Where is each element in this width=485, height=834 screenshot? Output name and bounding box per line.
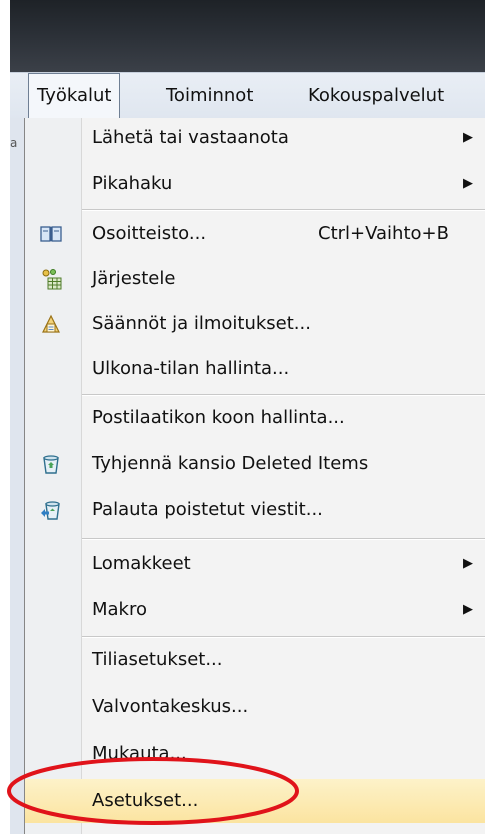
- menu-item-label: Lomakkeet: [92, 553, 191, 574]
- submenu-arrow-icon: ▶: [463, 602, 473, 617]
- recover-deleted-icon: [41, 501, 60, 520]
- organize-icon: [42, 269, 62, 290]
- menu-item-label: Palauta poistetut viestit...: [92, 499, 323, 520]
- menu-item-label: Mukauta...: [92, 743, 187, 764]
- menu-item-customize[interactable]: Mukauta...: [25, 734, 485, 774]
- menu-separator-highlight: [82, 395, 485, 396]
- rules-icon: [42, 314, 60, 333]
- window-title-bar: [10, 0, 485, 72]
- menu-item-label: Järjestele: [92, 268, 176, 289]
- menu-item-label: Lähetä tai vastaanota: [92, 127, 289, 148]
- menu-item-options[interactable]: Asetukset...: [25, 779, 485, 823]
- menu-item-label: Tiliasetukset...: [92, 649, 223, 670]
- menu-item-mailbox-cleanup[interactable]: Postilaatikon koon hallinta...: [25, 398, 485, 438]
- menu-separator-highlight: [82, 637, 485, 638]
- menu-item-macro[interactable]: Makro ▶: [25, 590, 485, 630]
- submenu-arrow-icon: ▶: [463, 176, 473, 191]
- menu-item-recover-deleted[interactable]: Palauta poistetut viestit...: [25, 490, 485, 530]
- menu-separator-highlight: [82, 210, 485, 211]
- menu-item-label: Tyhjennä kansio Deleted Items: [92, 453, 369, 474]
- menu-tyokalut[interactable]: Työkalut: [28, 73, 121, 120]
- tools-dropdown-menu: Lähetä tai vastaanota ▶ Pikahaku ▶ Osoit…: [24, 118, 485, 834]
- menu-item-label: Pikahaku: [92, 173, 173, 194]
- menu-item-label: Osoitteisto...: [92, 223, 207, 244]
- background-window-edge: a: [10, 118, 25, 834]
- menu-item-trust-center[interactable]: Valvontakeskus...: [25, 687, 485, 727]
- menu-item-rules-alerts[interactable]: Säännöt ja ilmoitukset...: [25, 304, 485, 344]
- menu-bar: Työkalut Toiminnot Kokouspalvelut: [10, 72, 485, 120]
- menu-item-out-of-office[interactable]: Ulkona-tilan hallinta...: [25, 349, 485, 389]
- menu-item-label: Valvontakeskus...: [92, 696, 249, 717]
- menu-separator-highlight: [82, 539, 485, 540]
- menu-item-label: Postilaatikon koon hallinta...: [92, 407, 345, 428]
- keyboard-shortcut: Ctrl+Vaihto+B: [318, 223, 449, 244]
- menu-item-label: Ulkona-tilan hallinta...: [92, 358, 290, 379]
- menu-item-account-settings[interactable]: Tiliasetukset...: [25, 640, 485, 680]
- menu-kokouspalvelut[interactable]: Kokouspalvelut: [300, 73, 452, 119]
- menu-item-organize[interactable]: Järjestele: [25, 259, 485, 299]
- menu-item-instant-search[interactable]: Pikahaku ▶: [25, 164, 485, 204]
- address-book-icon: [40, 226, 62, 242]
- menu-item-empty-deleted-items[interactable]: Tyhjennä kansio Deleted Items: [25, 444, 485, 484]
- submenu-arrow-icon: ▶: [463, 556, 473, 571]
- menu-item-label: Makro: [92, 599, 148, 620]
- background-text-fragment: a: [10, 136, 18, 150]
- submenu-arrow-icon: ▶: [463, 130, 473, 145]
- menu-item-address-book[interactable]: Osoitteisto... Ctrl+Vaihto+B: [25, 214, 485, 254]
- menu-item-send-receive[interactable]: Lähetä tai vastaanota ▶: [25, 118, 485, 158]
- menu-item-label: Asetukset...: [92, 790, 199, 811]
- empty-trash-icon: [43, 455, 59, 474]
- menu-item-label: Säännöt ja ilmoitukset...: [92, 313, 311, 334]
- menu-item-forms[interactable]: Lomakkeet ▶: [25, 544, 485, 584]
- menu-toiminnot[interactable]: Toiminnot: [158, 73, 261, 119]
